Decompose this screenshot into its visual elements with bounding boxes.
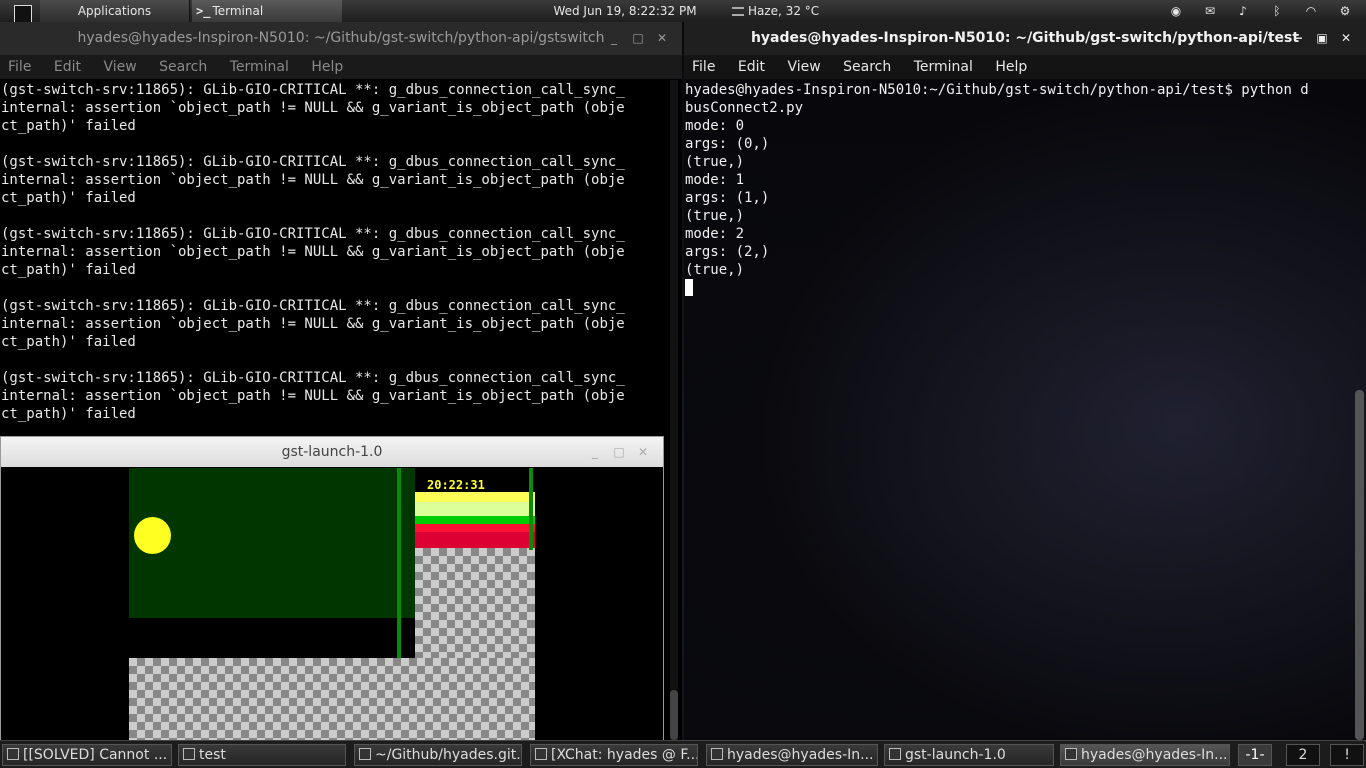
- green-strip: [529, 468, 533, 550]
- folder-icon: [359, 748, 371, 760]
- terminal-icon: [711, 748, 723, 760]
- task-test[interactable]: test: [178, 744, 346, 766]
- scrollbar-thumb[interactable]: [1355, 390, 1364, 740]
- task-xchat[interactable]: [XChat: hyades @ F...: [530, 744, 698, 766]
- close-icon[interactable]: ✕: [1334, 22, 1358, 55]
- right-terminal-scrollbar[interactable]: [1354, 80, 1364, 740]
- menu-view[interactable]: View: [103, 59, 136, 75]
- task-hyades-git[interactable]: ~/Github/hyades.git...: [354, 744, 522, 766]
- terminal-icon: >_: [196, 4, 211, 18]
- right-terminal-titlebar[interactable]: hyades@hyades-Inspiron-N5010: ~/Github/g…: [684, 22, 1366, 55]
- task-label: hyades@hyades-In...: [1081, 747, 1228, 763]
- maximize-icon[interactable]: □: [626, 22, 650, 55]
- task-solved-cannot[interactable]: [[SOLVED] Cannot ...: [2, 744, 172, 766]
- left-terminal-menubar: File Edit View Search Terminal Help: [0, 55, 682, 79]
- maximize-icon[interactable]: ▣: [1310, 22, 1334, 55]
- menu-search[interactable]: Search: [843, 59, 891, 75]
- workspace-urgent[interactable]: !: [1330, 744, 1364, 766]
- color-bar: [415, 516, 535, 524]
- menu-file[interactable]: File: [692, 59, 715, 75]
- weather-indicator[interactable]: Haze, 32 °C: [732, 0, 819, 22]
- left-terminal-scrollbar[interactable]: [670, 80, 678, 740]
- close-icon[interactable]: ✕: [631, 437, 655, 467]
- right-terminal-output: hyades@hyades-Inspiron-N5010:~/Github/gs…: [685, 82, 1309, 278]
- weather-text: Haze, 32 °C: [748, 4, 820, 18]
- minimize-icon[interactable]: _: [583, 437, 607, 467]
- terminal-app-menu[interactable]: >_ Terminal: [192, 0, 342, 22]
- task-label: gst-launch-1.0: [905, 747, 1006, 763]
- maximize-icon[interactable]: □: [607, 437, 631, 467]
- green-strip: [397, 468, 401, 658]
- haze-icon: [732, 7, 744, 16]
- left-terminal-title: hyades@hyades-Inspiron-N5010: ~/Github/g…: [77, 30, 605, 46]
- wifi-icon[interactable]: ◠: [1302, 0, 1320, 22]
- applications-menu[interactable]: Applications: [40, 0, 190, 22]
- color-bar: [415, 502, 535, 516]
- file-manager-icon: [183, 748, 195, 760]
- menu-view[interactable]: View: [787, 59, 820, 75]
- bluetooth-icon[interactable]: ᛒ: [1268, 0, 1286, 22]
- mail-icon[interactable]: ✉: [1201, 0, 1219, 22]
- task-label: hyades@hyades-In...: [727, 747, 874, 763]
- right-terminal-output-area[interactable]: hyades@hyades-Inspiron-N5010:~/Github/gs…: [684, 79, 1366, 297]
- terminal-cursor: [685, 279, 693, 296]
- color-bar: [415, 524, 535, 532]
- menu-terminal[interactable]: Terminal: [914, 59, 973, 75]
- menu-terminal[interactable]: Terminal: [230, 59, 289, 75]
- checker-background: [129, 658, 535, 740]
- task-gst-launch[interactable]: gst-launch-1.0: [884, 744, 1054, 766]
- gst-launch-window[interactable]: gst-launch-1.0 _ □ ✕ 20:22:31: [0, 436, 664, 740]
- menu-help[interactable]: Help: [311, 59, 343, 75]
- right-terminal-window[interactable]: hyades@hyades-Inspiron-N5010: ~/Github/g…: [684, 22, 1366, 740]
- terminal-app-label: Terminal: [212, 4, 264, 18]
- xchat-icon: [535, 748, 547, 760]
- right-terminal-title: hyades@hyades-Inspiron-N5010: ~/Github/g…: [750, 30, 1300, 46]
- black-band: [129, 618, 415, 658]
- color-bar: [415, 492, 535, 502]
- menu-edit[interactable]: Edit: [738, 59, 765, 75]
- minimize-icon[interactable]: _: [602, 22, 626, 55]
- volume-icon[interactable]: ♪: [1234, 0, 1252, 22]
- menu-help[interactable]: Help: [995, 59, 1027, 75]
- power-icon[interactable]: ⚙: [1336, 0, 1354, 22]
- browser-icon: [7, 748, 19, 760]
- task-label: test: [199, 747, 226, 763]
- workspace-1[interactable]: -1-: [1238, 744, 1272, 766]
- left-terminal-titlebar[interactable]: hyades@hyades-Inspiron-N5010: ~/Github/g…: [0, 22, 682, 55]
- color-bar: [415, 532, 535, 548]
- taskbar: [[SOLVED] Cannot ... test ~/Github/hyade…: [0, 740, 1366, 768]
- yellow-circle: [134, 517, 171, 554]
- task-terminal-1[interactable]: hyades@hyades-In...: [706, 744, 878, 766]
- right-terminal-menubar: File Edit View Search Terminal Help: [684, 55, 1366, 79]
- menu-file[interactable]: File: [8, 59, 31, 75]
- task-label: [XChat: hyades @ F...: [551, 747, 698, 763]
- gst-launch-title: gst-launch-1.0: [281, 444, 383, 460]
- task-label: ~/Github/hyades.git...: [375, 747, 522, 763]
- minimize-icon[interactable]: −: [1286, 22, 1310, 55]
- gstreamer-icon: [889, 748, 901, 760]
- clock[interactable]: Wed Jun 19, 8:22:32 PM: [540, 0, 710, 22]
- left-terminal-output[interactable]: (gst-switch-srv:11865): GLib-GIO-CRITICA…: [0, 79, 682, 423]
- task-label: [[SOLVED] Cannot ...: [23, 747, 168, 763]
- scrollbar-thumb[interactable]: [670, 690, 678, 740]
- menu-edit[interactable]: Edit: [54, 59, 81, 75]
- desktop: hyades@hyades-Inspiron-N5010: ~/Github/g…: [0, 22, 1366, 740]
- top-panel: Applications >_ Terminal Wed Jun 19, 8:22…: [0, 0, 1366, 27]
- color-bars: [415, 492, 535, 548]
- video-output: 20:22:31: [1, 468, 663, 740]
- terminal-icon: [1065, 748, 1077, 760]
- time-overlay: 20:22:31: [427, 478, 485, 492]
- gst-launch-titlebar[interactable]: gst-launch-1.0 _ □ ✕: [1, 437, 663, 467]
- messaging-icon[interactable]: ◉: [1167, 0, 1185, 22]
- task-terminal-2[interactable]: hyades@hyades-In...: [1060, 744, 1230, 766]
- menu-search[interactable]: Search: [159, 59, 207, 75]
- checker-background: [415, 548, 535, 658]
- close-icon[interactable]: ✕: [650, 22, 674, 55]
- workspace-2[interactable]: 2: [1286, 744, 1320, 766]
